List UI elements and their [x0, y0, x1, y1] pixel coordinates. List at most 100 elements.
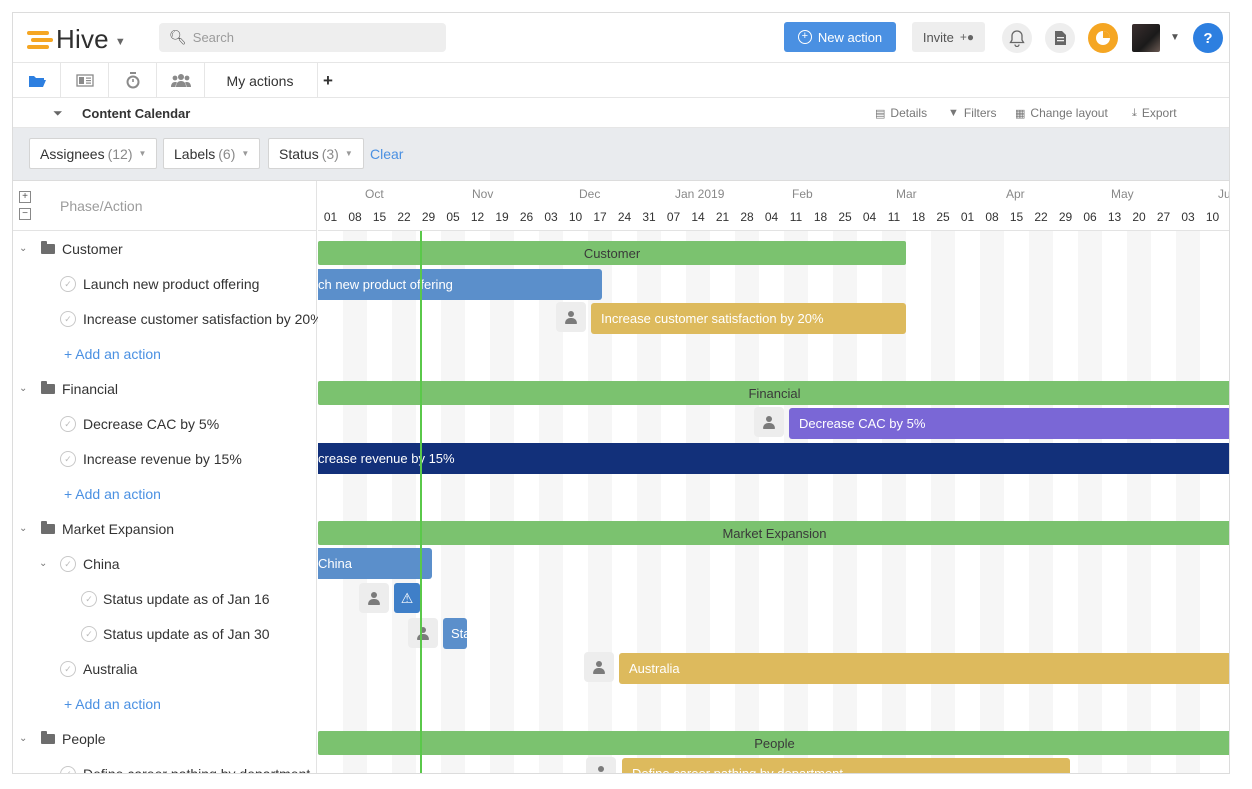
status-update-bar[interactable]: ⚠ — [394, 583, 420, 613]
action-label: Status update as of Jan 30 — [103, 625, 270, 642]
add-view-button[interactable]: + — [318, 63, 338, 98]
help-button[interactable]: ? — [1193, 23, 1223, 53]
add-action-row[interactable]: + Add an action — [13, 336, 317, 371]
status-update-bar[interactable]: Sta — [443, 618, 467, 649]
chevron-down-icon[interactable]: ⌄ — [19, 523, 27, 534]
change-layout-button[interactable]: ▦ Change layout — [1015, 106, 1108, 120]
tab-table[interactable] — [61, 63, 109, 98]
action-row[interactable]: ✓ Increase revenue by 15% — [13, 441, 317, 476]
bell-icon — [1009, 29, 1025, 47]
tab-projects[interactable] — [13, 63, 61, 98]
assignee-avatar[interactable] — [586, 757, 616, 773]
add-action-link[interactable]: + Add an action — [64, 486, 161, 502]
tab-timesheets[interactable] — [109, 63, 157, 98]
chevron-down-icon[interactable]: ▼ — [1170, 32, 1180, 43]
assignees-filter[interactable]: Assignees (12) ▼ — [29, 138, 158, 169]
check-circle-icon[interactable]: ✓ — [60, 765, 76, 773]
action-bar-australia[interactable]: Australia — [619, 653, 1229, 684]
day-label: 08 — [348, 210, 362, 224]
phase-row-financial[interactable]: ⌄ Financial — [13, 371, 317, 406]
notes-button[interactable] — [1045, 23, 1075, 53]
action-bar-launch[interactable]: ch new product offering — [318, 269, 602, 300]
day-label: 10 — [1205, 210, 1220, 224]
folder-icon — [41, 520, 55, 534]
day-label: 08 — [985, 210, 999, 224]
export-button[interactable]: ⤓ Export — [1132, 106, 1177, 120]
check-circle-icon[interactable]: ✓ — [60, 450, 76, 467]
phase-bar-people[interactable]: People — [318, 731, 1229, 755]
phase-row-people[interactable]: ⌄ People — [13, 721, 317, 756]
action-bar-satisfaction[interactable]: Increase customer satisfaction by 20% — [591, 303, 906, 334]
check-circle-icon[interactable]: ✓ — [60, 310, 76, 327]
gantt-timeline[interactable]: Oct Nov Dec Jan 2019 Feb Mar Apr May Ju … — [318, 181, 1229, 773]
tab-people[interactable] — [157, 63, 205, 98]
app-logo[interactable]: Hive ▼ — [27, 24, 126, 55]
add-action-link[interactable]: + Add an action — [64, 346, 161, 362]
subaction-row[interactable]: ✓ Status update as of Jan 16 — [13, 581, 317, 616]
filter-bar: Assignees (12) ▼ Labels (6) ▼ Status (3)… — [13, 128, 1229, 181]
day-label: 15 — [1009, 210, 1024, 224]
assignee-avatar[interactable] — [754, 407, 784, 437]
action-row[interactable]: ✓ Define career pathing by department — [13, 756, 317, 773]
stopwatch-icon — [126, 72, 139, 89]
day-label: 31 — [642, 210, 656, 224]
action-row[interactable]: ⌄ ✓ China — [13, 546, 317, 581]
action-row[interactable]: ✓ Increase customer satisfaction by 20% — [13, 301, 323, 336]
user-avatar[interactable] — [1132, 24, 1160, 52]
check-circle-icon[interactable]: ✓ — [60, 555, 76, 572]
new-action-button[interactable]: + New action — [784, 22, 896, 52]
phase-action-list: + − Phase/Action ⌄ Customer ✓ Launch new… — [13, 181, 323, 773]
new-action-label: New action — [817, 29, 883, 45]
caret-down-icon: ▼ — [241, 149, 250, 158]
assignees-filter-label: Assignees — [40, 145, 105, 162]
chevron-down-icon[interactable]: ⌄ — [19, 243, 27, 254]
phase-bar-market-expansion[interactable]: Market Expansion — [318, 521, 1229, 545]
check-circle-icon[interactable]: ✓ — [60, 415, 76, 432]
assignee-avatar[interactable] — [584, 652, 614, 682]
phase-row-customer[interactable]: ⌄ Customer — [13, 231, 317, 266]
phase-row-market-expansion[interactable]: ⌄ Market Expansion — [13, 511, 317, 546]
action-row[interactable]: ✓ Decrease CAC by 5% — [13, 406, 317, 441]
chevron-down-icon[interactable]: ⌄ — [19, 733, 27, 744]
invite-button[interactable]: Invite +● — [912, 22, 985, 52]
day-label: 27 — [1156, 210, 1171, 224]
action-bar-cac[interactable]: Decrease CAC by 5% — [789, 408, 1229, 439]
expand-all-icon[interactable]: + — [19, 191, 31, 203]
action-bar-china[interactable]: China — [318, 548, 432, 579]
add-action-row[interactable]: + Add an action — [13, 686, 317, 721]
subaction-row[interactable]: ✓ Status update as of Jan 30 — [13, 616, 317, 651]
chevron-down-icon[interactable]: ⌄ — [39, 558, 47, 569]
check-circle-icon[interactable]: ✓ — [81, 625, 97, 642]
phase-bar-financial[interactable]: Financial — [318, 381, 1229, 405]
add-action-link[interactable]: + Add an action — [64, 696, 161, 712]
labels-filter[interactable]: Labels (6) ▼ — [163, 138, 261, 169]
user-icon — [595, 765, 607, 773]
details-button[interactable]: ▤ Details — [875, 106, 927, 120]
add-action-row[interactable]: + Add an action — [13, 476, 317, 511]
assignee-avatar[interactable] — [556, 302, 586, 332]
assignee-avatar[interactable] — [408, 618, 438, 648]
phase-label: Market Expansion — [62, 520, 175, 537]
workspace-avatar[interactable] — [1088, 23, 1118, 53]
action-row[interactable]: ✓ Australia — [13, 651, 317, 686]
action-label: Decrease CAC by 5% — [83, 415, 220, 432]
action-bar-career-pathing[interactable]: Define career pathing by department — [622, 758, 1070, 773]
check-circle-icon[interactable]: ✓ — [60, 275, 76, 292]
filters-button[interactable]: ▼ Filters — [948, 106, 997, 120]
day-label: 17 — [593, 210, 607, 224]
action-bar-revenue[interactable]: crease revenue by 15% — [318, 443, 1229, 474]
assignee-avatar[interactable] — [359, 583, 389, 613]
search-input[interactable]: 🔍︎ Search — [159, 23, 446, 52]
status-filter[interactable]: Status (3) ▼ — [268, 138, 364, 169]
action-row[interactable]: ✓ Launch new product offering — [13, 266, 317, 301]
check-circle-icon[interactable]: ✓ — [81, 590, 97, 607]
check-circle-icon[interactable]: ✓ — [60, 660, 76, 677]
notifications-button[interactable] — [1002, 23, 1032, 53]
clear-filters-link[interactable]: Clear — [370, 146, 403, 162]
phase-bar-customer[interactable]: Customer — [318, 241, 906, 265]
pin-icon[interactable]: ⏷ — [53, 106, 63, 121]
chevron-down-icon: ▼ — [114, 35, 126, 48]
chevron-down-icon[interactable]: ⌄ — [19, 383, 27, 394]
collapse-all-icon[interactable]: − — [19, 208, 31, 220]
tab-my-actions[interactable]: My actions — [203, 63, 318, 98]
